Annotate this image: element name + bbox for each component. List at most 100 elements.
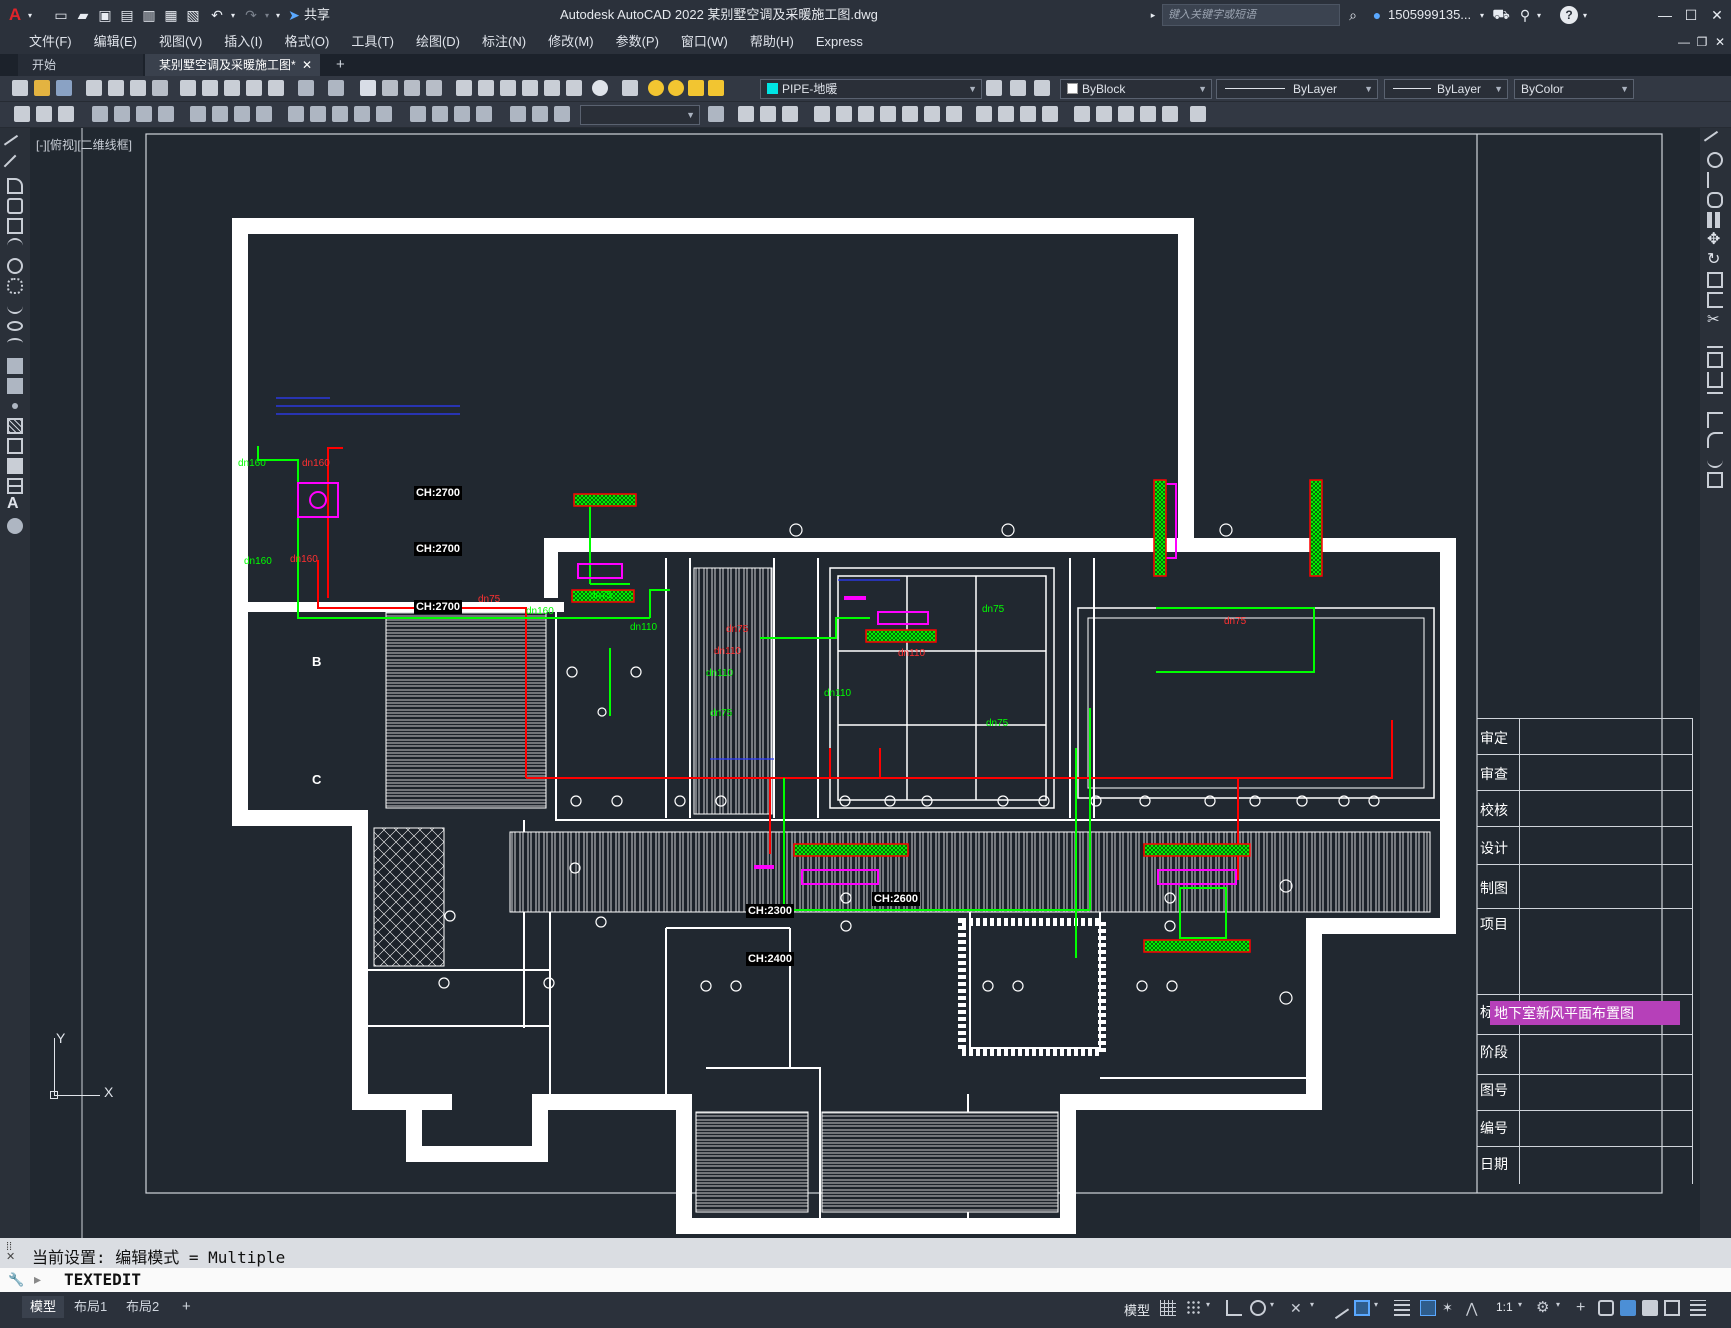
break-icon[interactable] — [1707, 372, 1723, 388]
hatch-back-icon[interactable] — [1096, 106, 1112, 122]
make-block-tool-icon[interactable] — [7, 378, 23, 394]
group-edit-icon[interactable] — [782, 106, 798, 122]
undo-icon[interactable]: ↶ — [206, 0, 228, 30]
ortho-icon[interactable] — [1226, 1300, 1242, 1316]
zoom-window-icon[interactable] — [404, 80, 420, 96]
blend-curves-icon[interactable] — [1707, 452, 1723, 468]
arc-icon[interactable] — [7, 238, 23, 254]
chamfer-icon[interactable] — [1707, 412, 1723, 428]
sheet-set-icon[interactable] — [522, 80, 538, 96]
command-grip-icon[interactable]: ⁞⁞ ✕ — [6, 1242, 24, 1264]
dim-annotate-icon[interactable] — [554, 106, 570, 122]
new-tab-button[interactable]: + — [330, 54, 354, 76]
dim-angular-icon[interactable] — [190, 106, 206, 122]
search-input[interactable]: 键入关键字或短语 — [1162, 4, 1340, 26]
layer-select[interactable]: PIPE-地暖 ▼ — [760, 79, 982, 99]
make-current-icon[interactable] — [986, 80, 1002, 96]
add-selected-icon[interactable] — [7, 518, 23, 534]
zoom-realtime-icon[interactable] — [382, 80, 398, 96]
match-properties-icon[interactable] — [268, 80, 284, 96]
cart-icon[interactable]: ⛟ — [1492, 0, 1510, 30]
make-block-icon[interactable] — [836, 106, 852, 122]
autodesk-app-icon[interactable]: ⚲ — [1516, 0, 1534, 30]
tb-undo-icon[interactable] — [298, 80, 314, 96]
draworder-above-icon[interactable] — [1020, 106, 1036, 122]
insert-block-icon[interactable] — [814, 106, 830, 122]
menu-express[interactable]: Express — [805, 30, 874, 54]
model-space-button[interactable]: 模型 — [1124, 1300, 1150, 1319]
inspection-icon[interactable] — [376, 106, 392, 122]
circle-icon[interactable] — [7, 258, 23, 274]
all-annotations-front-icon[interactable] — [1118, 106, 1134, 122]
doc-minimize-icon[interactable]: — — [1676, 30, 1692, 54]
customize-toolbar-icon[interactable]: ▾ — [272, 0, 284, 30]
center-mark-icon[interactable] — [354, 106, 370, 122]
help-dropdown-icon[interactable]: ▾ — [1580, 0, 1590, 30]
revision-cloud-icon[interactable] — [7, 278, 23, 294]
construction-line-icon[interactable] — [3, 154, 27, 178]
print-icon[interactable] — [86, 80, 102, 96]
search-icon[interactable]: ⌕ — [1344, 0, 1362, 30]
menu-format[interactable]: 格式(O) — [274, 30, 341, 54]
app-dropdown-icon[interactable]: ▾ — [1534, 0, 1544, 30]
ungroup-icon[interactable] — [760, 106, 776, 122]
polar-tracking-icon[interactable] — [1250, 1300, 1266, 1316]
copy-icon[interactable] — [202, 80, 218, 96]
publish-icon[interactable] — [130, 80, 146, 96]
dim-continue-icon[interactable] — [256, 106, 272, 122]
pan-icon[interactable] — [360, 80, 376, 96]
insert-block-tool-icon[interactable] — [7, 358, 23, 374]
units-icon[interactable] — [1598, 1300, 1614, 1316]
dim-baseline-icon[interactable] — [234, 106, 250, 122]
isodraft-dropdown-icon[interactable]: ▾ — [1310, 1300, 1326, 1316]
annotation-monitor-icon[interactable]: + — [1576, 1300, 1592, 1316]
recent-commands-icon[interactable]: ▸ — [34, 1271, 41, 1288]
user-dropdown-icon[interactable]: ▾ — [1476, 0, 1488, 30]
user-name[interactable]: 1505999135... — [1388, 0, 1471, 30]
dim-edit-icon[interactable] — [410, 106, 426, 122]
save-file-icon[interactable] — [56, 80, 72, 96]
layer-freeze-icon[interactable] — [668, 80, 684, 96]
zoom-previous-icon[interactable] — [426, 80, 442, 96]
rectangle-icon[interactable] — [7, 218, 23, 234]
layer-on-icon[interactable] — [648, 80, 664, 96]
object-tracking-icon[interactable] — [1326, 1296, 1350, 1320]
layout-tab-2[interactable]: 布局2 — [118, 1296, 167, 1318]
minimize-icon[interactable]: — — [1654, 0, 1676, 30]
workspace-gear-icon[interactable]: ⚙ — [1536, 1300, 1552, 1316]
break-at-point-icon[interactable] — [1707, 352, 1723, 368]
plot-preview-icon[interactable] — [108, 80, 124, 96]
layer-lock-icon[interactable] — [688, 80, 704, 96]
erase-icon[interactable] — [1703, 130, 1727, 154]
draworder-under-icon[interactable] — [1042, 106, 1058, 122]
hardware-acceleration-icon[interactable] — [1642, 1300, 1658, 1316]
point-icon[interactable] — [12, 403, 18, 409]
menu-insert[interactable]: 插入(I) — [213, 30, 273, 54]
trim-icon[interactable]: ✂ — [1707, 312, 1723, 328]
osnap-dropdown-icon[interactable]: ▾ — [1374, 1300, 1390, 1316]
array-icon[interactable] — [1707, 212, 1723, 228]
scale-dropdown-icon[interactable]: ▾ — [1518, 1300, 1534, 1316]
tb-redo-icon[interactable] — [328, 80, 344, 96]
color-select[interactable]: ByBlock ▼ — [1060, 79, 1212, 99]
explode-icon[interactable] — [1707, 472, 1723, 488]
workspace-dropdown-icon[interactable]: ▾ — [1556, 1300, 1572, 1316]
layer-manager-icon[interactable] — [622, 80, 638, 96]
table-icon[interactable] — [7, 478, 23, 494]
maximize-icon[interactable]: ☐ — [1680, 0, 1702, 30]
tab-drawing[interactable]: 某别墅空调及采暖施工图* ✕ — [145, 54, 320, 76]
autocad-logo-icon[interactable]: A — [6, 0, 24, 30]
ellipse-arc-icon[interactable] — [7, 338, 23, 348]
annotation-scale-value[interactable]: 1:1 — [1496, 1300, 1513, 1314]
close-icon[interactable]: ✕ — [1706, 0, 1728, 30]
copy-object-icon[interactable] — [1707, 152, 1723, 168]
layout-tab-1[interactable]: 布局1 — [66, 1296, 115, 1318]
command-line[interactable]: 🔧 ▸ TEXTEDIT — [0, 1268, 1731, 1292]
stretch-icon[interactable] — [1707, 292, 1723, 308]
dim-reassociate-icon[interactable] — [532, 106, 548, 122]
dim-style-icon[interactable] — [476, 106, 492, 122]
menu-parametric[interactable]: 参数(P) — [605, 30, 670, 54]
markup-icon[interactable] — [544, 80, 560, 96]
polyline-icon[interactable] — [7, 178, 23, 194]
user-icon[interactable]: ● — [1368, 0, 1386, 30]
